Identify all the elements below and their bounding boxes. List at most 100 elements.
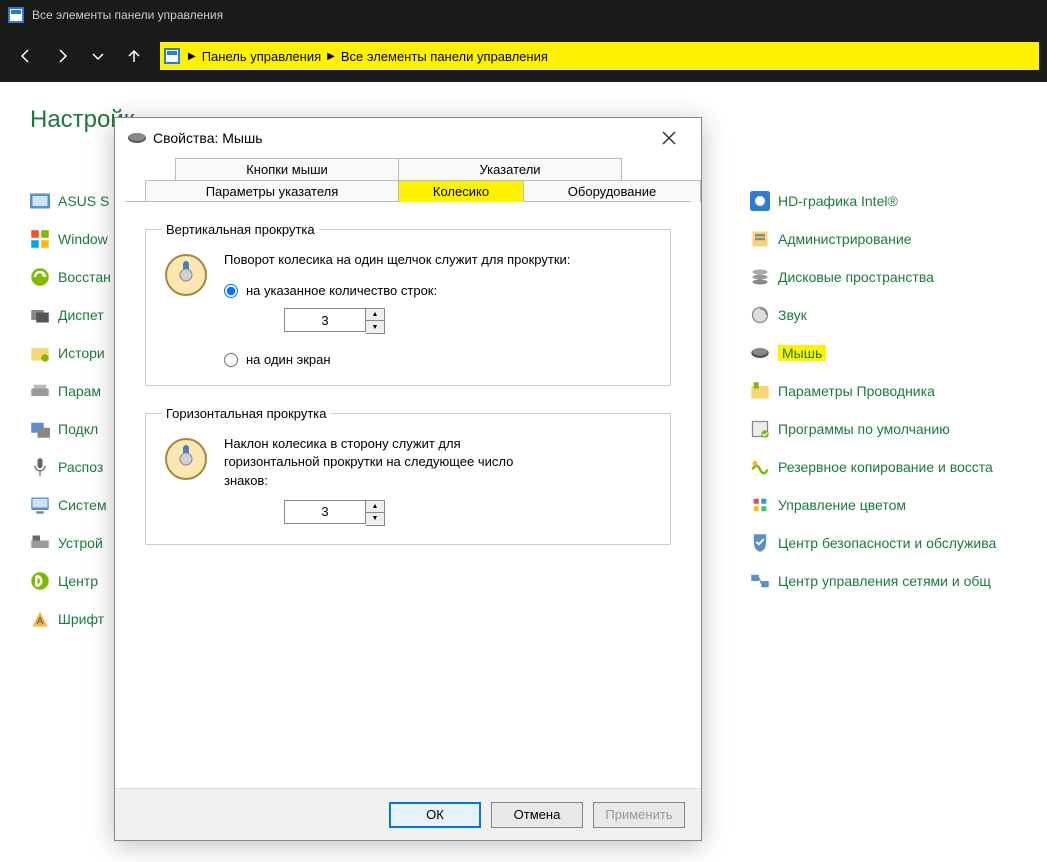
breadcrumb-control-panel[interactable]: Панель управления: [198, 49, 325, 64]
radio-screen[interactable]: на один экран: [224, 352, 654, 367]
chars-input[interactable]: [284, 500, 366, 524]
item-icon: [750, 533, 770, 553]
item-label: Центр безопасности и обслужива: [778, 535, 996, 551]
control-panel-item[interactable]: Центр управления сетями и общ: [750, 562, 1040, 600]
tab-pointers[interactable]: Указатели: [398, 158, 622, 180]
ok-button[interactable]: ОК: [389, 802, 481, 828]
radio-lines-label: на указанное количество строк:: [246, 283, 437, 298]
item-icon: [750, 191, 770, 211]
item-label: Шрифт: [58, 611, 104, 627]
horizontal-scroll-group: Горизонтальная прокрутка Наклон колесика…: [145, 406, 671, 545]
up-button[interactable]: [116, 38, 152, 74]
item-label: Центр: [58, 573, 98, 589]
item-icon: [750, 343, 770, 363]
close-button[interactable]: [649, 118, 689, 158]
item-label: Истори: [58, 345, 105, 361]
item-label: ASUS S: [58, 193, 109, 209]
lines-spinner: ▲ ▼: [284, 308, 654, 334]
radio-lines[interactable]: на указанное количество строк:: [224, 283, 654, 298]
forward-button[interactable]: [44, 38, 80, 74]
item-icon: [30, 419, 50, 439]
dialog-title: Свойства: Мышь: [153, 130, 649, 146]
spin-down-button[interactable]: ▼: [366, 513, 384, 525]
item-icon: [30, 457, 50, 477]
item-label: Подкл: [58, 421, 98, 437]
item-icon: [30, 381, 50, 401]
item-icon: [30, 229, 50, 249]
item-icon: [750, 305, 770, 325]
control-panel-icon: [8, 7, 24, 23]
control-panel-item[interactable]: Звук: [750, 296, 1040, 334]
tab-pointer-options[interactable]: Параметры указателя: [145, 180, 399, 202]
item-label: Звук: [778, 307, 807, 323]
wheel-icon: [162, 251, 210, 299]
spin-up-button[interactable]: ▲: [366, 501, 384, 513]
spin-down-button[interactable]: ▼: [366, 321, 384, 333]
breadcrumb-all-items[interactable]: Все элементы панели управления: [337, 49, 552, 64]
cancel-button[interactable]: Отмена: [491, 802, 583, 828]
item-label: Центр управления сетями и общ: [778, 573, 991, 589]
control-panel-item[interactable]: Мышь: [750, 334, 1040, 372]
window-title: Все элементы панели управления: [32, 8, 223, 22]
item-label: Параметры Проводника: [778, 383, 935, 399]
address-bar[interactable]: ▶ Панель управления ▶ Все элементы панел…: [160, 42, 1039, 70]
item-icon: [750, 267, 770, 287]
dialog-titlebar: Свойства: Мышь: [115, 118, 701, 158]
control-panel-item[interactable]: Центр безопасности и обслужива: [750, 524, 1040, 562]
item-icon: [30, 267, 50, 287]
chevron-right-icon[interactable]: ▶: [186, 51, 198, 62]
item-label: Программы по умолчанию: [778, 421, 950, 437]
control-panel-item[interactable]: Администрирование: [750, 220, 1040, 258]
item-icon: [30, 191, 50, 211]
control-panel-item[interactable]: Резервное копирование и восста: [750, 448, 1040, 486]
tab-row-2: Параметры указателя Колесико Оборудовани…: [115, 180, 701, 202]
control-panel-icon: [164, 48, 180, 64]
horizontal-scroll-text: Наклон колесика в сторону служит для гор…: [224, 435, 544, 490]
control-panel-item[interactable]: Параметры Проводника: [750, 372, 1040, 410]
tab-wheel[interactable]: Колесико: [398, 180, 524, 202]
item-icon: [750, 381, 770, 401]
item-label: Дисковые пространства: [778, 269, 934, 285]
mouse-properties-dialog: Свойства: Мышь Кнопки мыши Указатели Пар…: [114, 117, 702, 841]
chars-spinner: ▲ ▼: [284, 500, 654, 526]
item-icon: [750, 419, 770, 439]
chevron-right-icon[interactable]: ▶: [325, 51, 337, 62]
recent-button[interactable]: [80, 38, 116, 74]
item-icon: [30, 571, 50, 591]
item-icon: [750, 495, 770, 515]
svg-text:A: A: [37, 616, 44, 627]
item-label: Мышь: [778, 345, 826, 361]
tab-buttons[interactable]: Кнопки мыши: [175, 158, 399, 180]
control-panel-item[interactable]: Управление цветом: [750, 486, 1040, 524]
control-panel-item[interactable]: Дисковые пространства: [750, 258, 1040, 296]
item-icon: [750, 229, 770, 249]
control-panel-item[interactable]: HD-графика Intel®: [750, 182, 1040, 220]
item-icon: [30, 343, 50, 363]
item-label: Распоз: [58, 459, 103, 475]
item-label: HD-графика Intel®: [778, 193, 898, 209]
vertical-scroll-group: Вертикальная прокрутка Поворот колесика …: [145, 222, 671, 386]
radio-screen-label: на один экран: [246, 352, 331, 367]
item-icon: [30, 533, 50, 553]
item-label: Резервное копирование и восста: [778, 459, 993, 475]
horizontal-scroll-legend: Горизонтальная прокрутка: [162, 406, 331, 421]
back-button[interactable]: [8, 38, 44, 74]
radio-screen-input[interactable]: [224, 353, 238, 367]
apply-button[interactable]: Применить: [593, 802, 685, 828]
item-label: Window: [58, 231, 108, 247]
item-icon: [30, 495, 50, 515]
spin-up-button[interactable]: ▲: [366, 309, 384, 321]
dialog-button-row: ОК Отмена Применить: [115, 788, 701, 840]
navbar: ▶ Панель управления ▶ Все элементы панел…: [0, 30, 1047, 82]
item-label: Устрой: [58, 535, 103, 551]
dialog-body: Вертикальная прокрутка Поворот колесика …: [125, 201, 691, 771]
item-label: Диспет: [58, 307, 104, 323]
item-icon: [30, 305, 50, 325]
radio-lines-input[interactable]: [224, 284, 238, 298]
lines-input[interactable]: [284, 308, 366, 332]
vertical-scroll-text: Поворот колесика на один щелчок служит д…: [224, 251, 654, 269]
tab-hardware[interactable]: Оборудование: [523, 180, 701, 202]
item-label: Парам: [58, 383, 101, 399]
window-titlebar: Все элементы панели управления: [0, 0, 1047, 30]
control-panel-item[interactable]: Программы по умолчанию: [750, 410, 1040, 448]
